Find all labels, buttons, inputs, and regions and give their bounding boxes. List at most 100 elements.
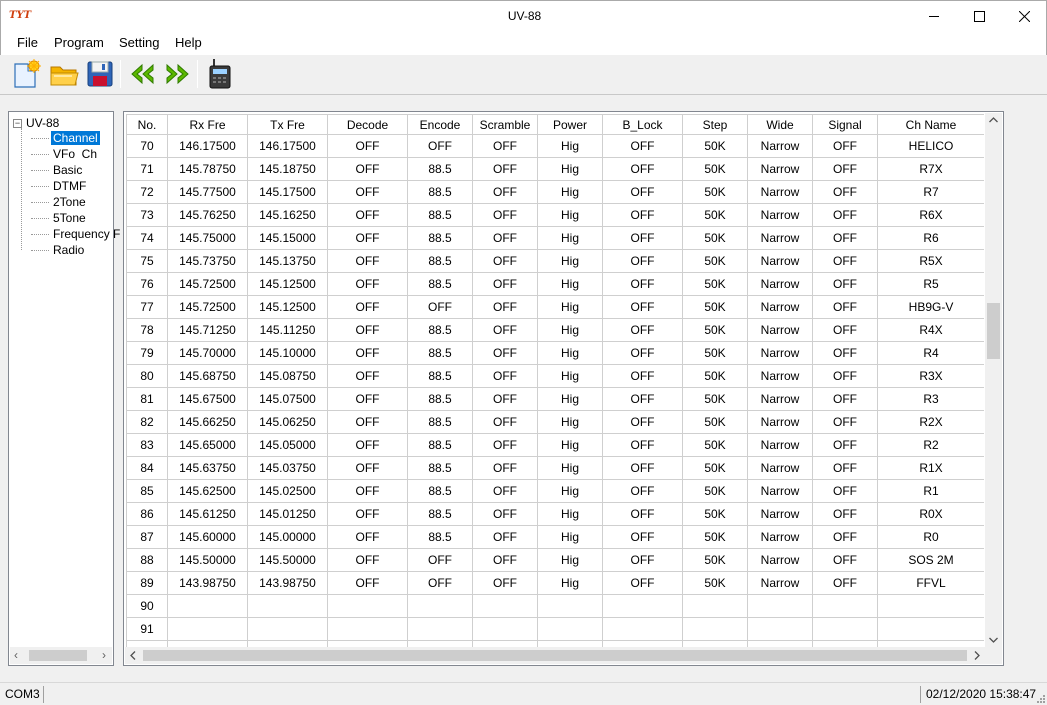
table-cell[interactable]: 50K (682, 364, 748, 388)
table-cell[interactable]: OFF (812, 525, 878, 549)
table-cell[interactable]: 145.71250 (167, 318, 248, 342)
read-from-radio-button[interactable] (126, 58, 158, 90)
table-cell[interactable]: 145.50000 (247, 548, 328, 572)
table-cell[interactable]: 88.5 (407, 157, 473, 181)
table-cell[interactable]: OFF (812, 387, 878, 411)
table-cell[interactable]: R5 (877, 272, 984, 296)
table-cell[interactable]: R4 (877, 341, 984, 365)
table-cell[interactable]: OFF (327, 364, 408, 388)
table-cell[interactable]: Hig (537, 249, 603, 273)
menu-help[interactable]: Help (175, 35, 202, 50)
table-cell[interactable]: Hig (537, 157, 603, 181)
table-cell[interactable]: OFF (602, 410, 683, 434)
table-cell[interactable]: Narrow (747, 134, 813, 158)
table-cell[interactable]: Hig (537, 341, 603, 365)
table-cell[interactable]: Narrow (747, 249, 813, 273)
table-cell[interactable]: OFF (472, 364, 538, 388)
table-cell[interactable]: Narrow (747, 203, 813, 227)
table-cell[interactable]: 50K (682, 318, 748, 342)
table-cell[interactable]: 145.12500 (247, 272, 328, 296)
table-cell[interactable]: 145.70000 (167, 341, 248, 365)
table-cell[interactable]: 145.62500 (167, 479, 248, 503)
table-cell[interactable]: OFF (812, 318, 878, 342)
table-cell[interactable]: Hig (537, 502, 603, 526)
table-cell[interactable]: R5X (877, 249, 984, 273)
table-cell[interactable]: Hig (537, 226, 603, 250)
table-cell[interactable]: Narrow (747, 157, 813, 181)
table-cell[interactable]: Hig (537, 410, 603, 434)
table-cell[interactable]: Hig (537, 203, 603, 227)
menu-setting[interactable]: Setting (119, 35, 159, 50)
table-cell[interactable]: 50K (682, 525, 748, 549)
tree-item-2tone[interactable]: 2Tone (31, 194, 88, 210)
table-cell[interactable]: 50K (682, 157, 748, 181)
table-cell[interactable] (812, 594, 878, 618)
column-header[interactable]: Step (682, 114, 748, 135)
table-cell[interactable] (682, 617, 748, 641)
table-cell[interactable] (472, 594, 538, 618)
table-cell[interactable]: Narrow (747, 364, 813, 388)
table-cell[interactable]: 145.17500 (247, 180, 328, 204)
table-cell[interactable]: OFF (327, 387, 408, 411)
menu-program[interactable]: Program (54, 35, 104, 50)
table-cell[interactable]: Narrow (747, 272, 813, 296)
column-header[interactable]: Power (537, 114, 603, 135)
table-cell[interactable]: OFF (407, 134, 473, 158)
table-cell[interactable]: 50K (682, 272, 748, 296)
table-cell[interactable]: OFF (327, 571, 408, 595)
scroll-thumb[interactable] (29, 650, 87, 661)
table-cell[interactable]: OFF (327, 341, 408, 365)
table-cell[interactable]: Hig (537, 134, 603, 158)
table-row[interactable]: 70 146.17500 146.17500 OFF OFF OFF Hig OFF 50K Na… (126, 134, 984, 158)
table-cell[interactable]: OFF (602, 548, 683, 572)
table-row[interactable]: 82 145.66250 145.06250 OFF 88.5 OFF Hig OFF 50K N… (126, 410, 984, 434)
table-cell[interactable] (247, 594, 328, 618)
table-row[interactable]: 74 145.75000 145.15000 OFF 88.5 OFF Hig OFF 50K N… (126, 226, 984, 250)
table-cell[interactable]: 50K (682, 548, 748, 572)
table-cell[interactable]: OFF (602, 387, 683, 411)
scroll-left-icon[interactable] (130, 651, 136, 660)
table-cell[interactable]: R6 (877, 226, 984, 250)
radio-device-button[interactable] (203, 58, 235, 90)
table-cell[interactable]: R7X (877, 157, 984, 181)
table-cell[interactable]: 145.00000 (247, 525, 328, 549)
table-cell[interactable]: 88.5 (407, 341, 473, 365)
table-row[interactable]: 86 145.61250 145.01250 OFF 88.5 OFF Hig OFF 50K N… (126, 502, 984, 526)
table-cell[interactable]: 143.98750 (247, 571, 328, 595)
minimize-button[interactable] (911, 1, 957, 31)
table-cell[interactable]: OFF (602, 249, 683, 273)
tree-horizontal-scrollbar[interactable]: ‹ › (10, 647, 112, 664)
table-cell[interactable]: 88.5 (407, 479, 473, 503)
write-to-radio-button[interactable] (162, 58, 194, 90)
table-cell[interactable]: OFF (327, 295, 408, 319)
table-cell[interactable]: 145.08750 (247, 364, 328, 388)
table-cell[interactable]: Hig (537, 364, 603, 388)
table-cell[interactable] (407, 594, 473, 618)
table-cell[interactable]: 88.5 (407, 203, 473, 227)
table-cell[interactable]: OFF (327, 433, 408, 457)
table-cell[interactable]: OFF (472, 341, 538, 365)
table-row[interactable]: 81 145.67500 145.07500 OFF 88.5 OFF Hig OFF 50K N… (126, 387, 984, 411)
table-cell[interactable]: OFF (812, 364, 878, 388)
table-row[interactable]: 88 145.50000 145.50000 OFF OFF OFF Hig OFF 50K Na… (126, 548, 984, 572)
table-cell[interactable]: 145.15000 (247, 226, 328, 250)
table-cell[interactable]: Narrow (747, 548, 813, 572)
table-cell[interactable]: OFF (602, 479, 683, 503)
open-file-button[interactable] (48, 58, 80, 90)
table-cell[interactable] (537, 594, 603, 618)
table-cell[interactable]: 145.13750 (247, 249, 328, 273)
table-cell[interactable]: OFF (327, 134, 408, 158)
table-cell[interactable]: 88.5 (407, 318, 473, 342)
table-cell[interactable]: OFF (327, 203, 408, 227)
table-cell[interactable]: OFF (327, 249, 408, 273)
table-row[interactable]: 79 145.70000 145.10000 OFF 88.5 OFF Hig OFF 50K N… (126, 341, 984, 365)
table-cell[interactable]: R4X (877, 318, 984, 342)
table-row[interactable]: 87 145.60000 145.00000 OFF 88.5 OFF Hig OFF 50K N… (126, 525, 984, 549)
table-cell[interactable]: Hig (537, 318, 603, 342)
table-cell[interactable]: OFF (472, 272, 538, 296)
table-cell[interactable]: SOS 2M (877, 548, 984, 572)
tree-item-radio[interactable]: Radio (31, 242, 86, 258)
table-cell[interactable]: OFF (327, 180, 408, 204)
table-cell[interactable]: 145.72500 (167, 272, 248, 296)
table-cell[interactable]: OFF (472, 571, 538, 595)
